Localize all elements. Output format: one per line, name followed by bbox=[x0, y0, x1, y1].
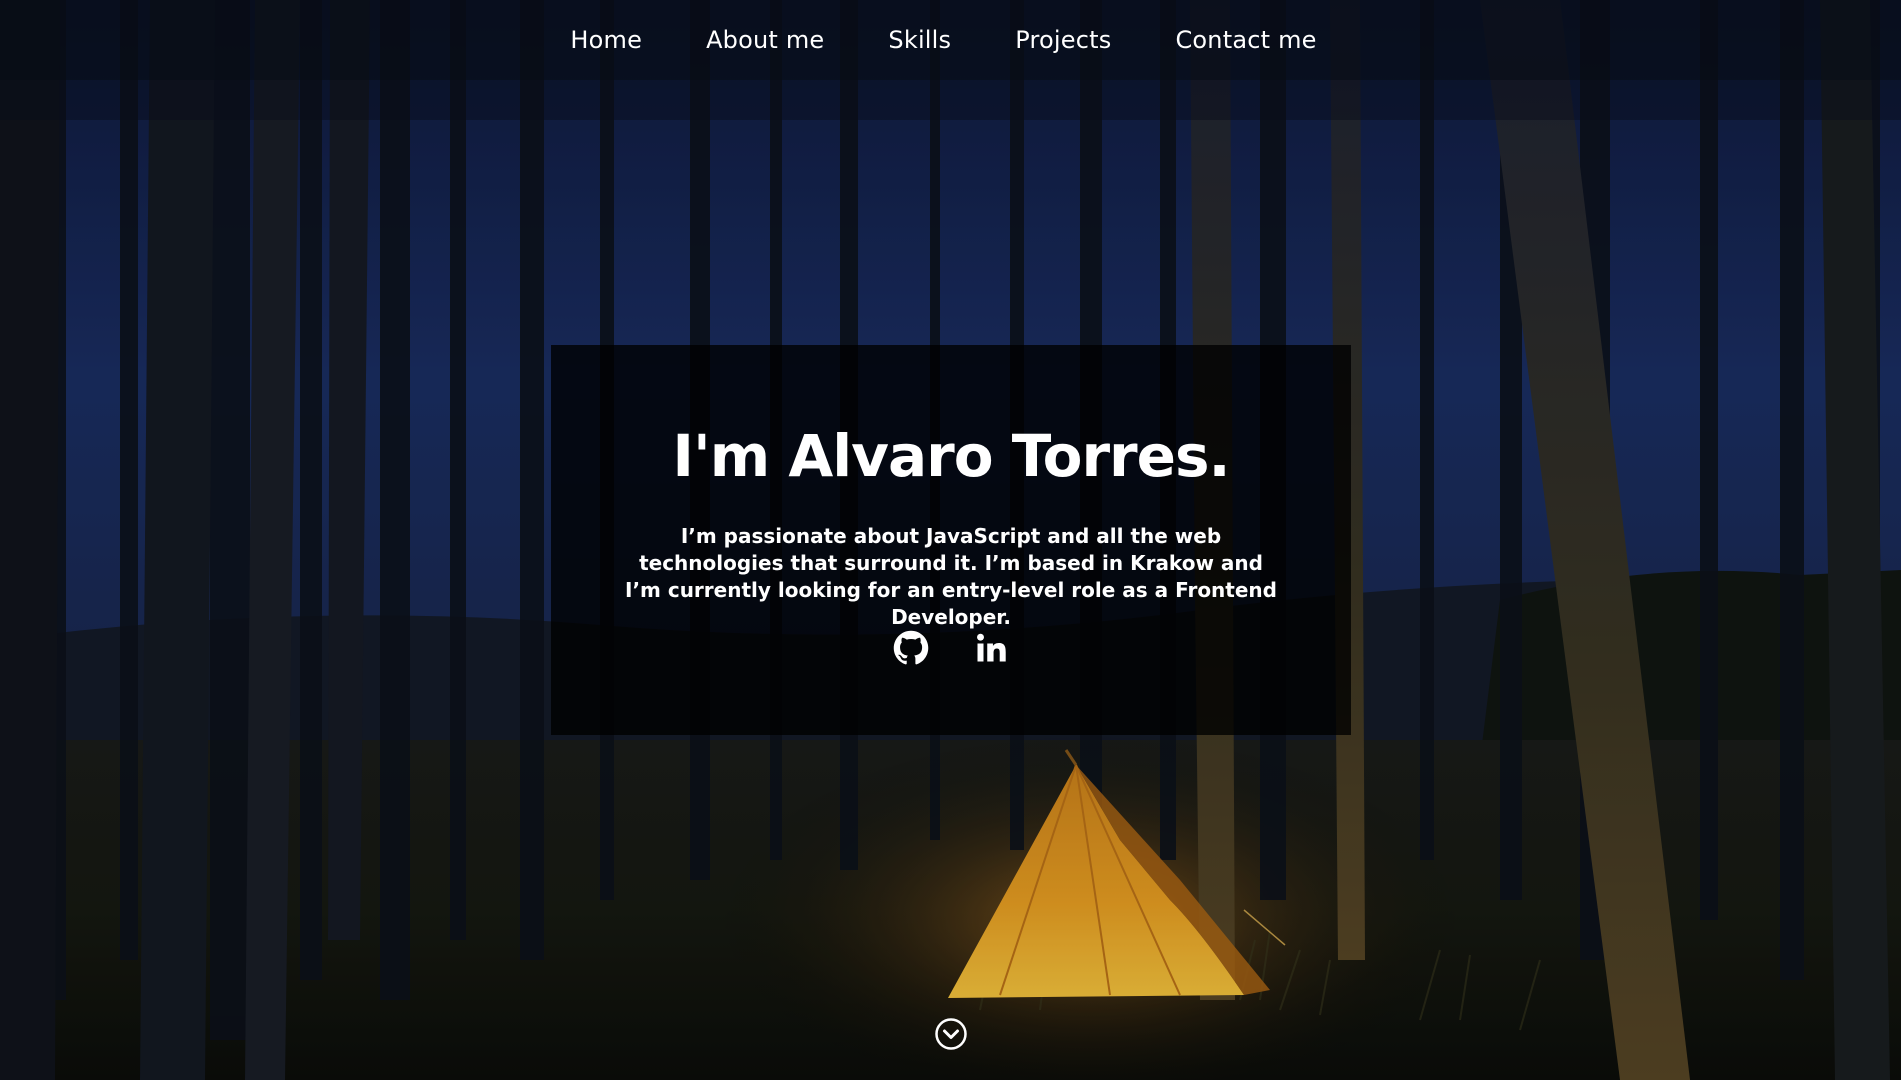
nav-item-about-me[interactable]: About me bbox=[674, 26, 856, 54]
linkedin-icon bbox=[977, 633, 1006, 662]
scroll-down-button[interactable] bbox=[934, 1017, 968, 1051]
nav-item-contact-me[interactable]: Contact me bbox=[1143, 26, 1348, 54]
hero-card: I'm Alvaro Torres. I’m passionate about … bbox=[551, 345, 1351, 735]
linkedin-link[interactable] bbox=[973, 630, 1009, 666]
nav-item-projects[interactable]: Projects bbox=[983, 26, 1143, 54]
github-link[interactable] bbox=[893, 630, 929, 666]
hero-title: I'm Alvaro Torres. bbox=[672, 422, 1230, 490]
hero-description: I’m passionate about JavaScript and all … bbox=[625, 524, 1277, 629]
top-navbar: Home About me Skills Projects Contact me bbox=[0, 0, 1901, 80]
nav-item-home[interactable]: Home bbox=[538, 26, 674, 54]
social-links bbox=[551, 630, 1351, 666]
nav-item-skills[interactable]: Skills bbox=[856, 26, 983, 54]
github-icon bbox=[893, 630, 929, 665]
nav-menu: Home About me Skills Projects Contact me bbox=[538, 26, 1348, 54]
chevron-down-circle-icon bbox=[935, 1018, 967, 1050]
